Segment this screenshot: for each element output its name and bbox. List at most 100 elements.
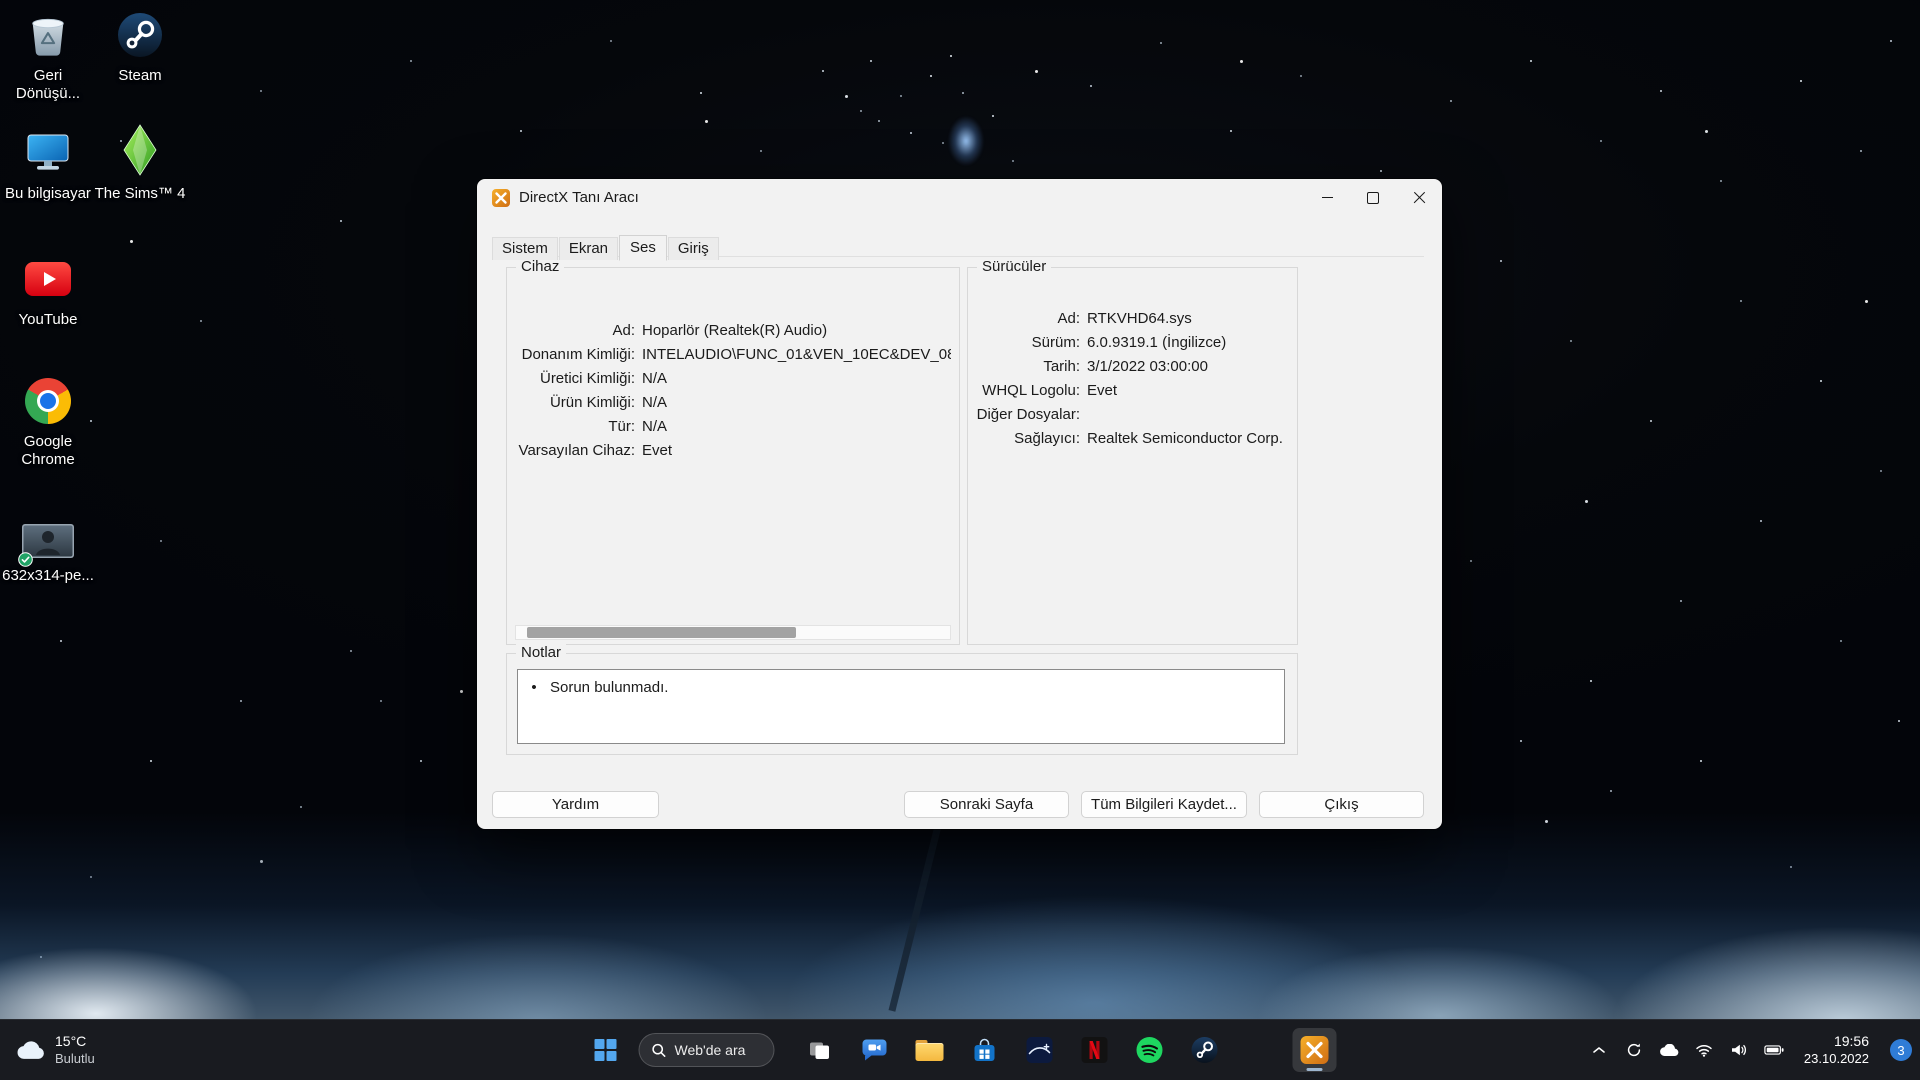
clock-date: 23.10.2022 [1804, 1051, 1869, 1068]
task-view-button[interactable] [798, 1028, 842, 1072]
field-label: Sürüm: [976, 334, 1080, 351]
horizontal-scrollbar[interactable] [515, 625, 951, 640]
wallpaper-pole [889, 811, 945, 1012]
exit-button[interactable]: Çıkış [1259, 791, 1424, 818]
device-groupbox: Cihaz Ad:Hoparlör (Realtek(R) Audio) Don… [506, 267, 960, 645]
field-value: INTELAUDIO\FUNC_01&VEN_10EC&DEV_0897&SUB… [642, 346, 951, 363]
next-page-button[interactable]: Sonraki Sayfa [904, 791, 1069, 818]
field-label: Üretici Kimliği: [515, 370, 635, 387]
wifi-icon[interactable] [1693, 1035, 1715, 1065]
folder-icon [916, 1040, 944, 1061]
weather-text: 15°C Bulutlu [55, 1033, 95, 1067]
dxdiag-taskbar-button[interactable] [1293, 1028, 1337, 1072]
bullet-icon [518, 679, 550, 696]
directx-window-icon [492, 189, 510, 207]
taskbar-clock[interactable]: 19:56 23.10.2022 [1804, 1032, 1869, 1067]
spotify-button[interactable] [1128, 1028, 1172, 1072]
desktop-icon-image-file[interactable]: 632x314-pe... [2, 522, 94, 585]
field-value: Evet [1087, 382, 1117, 399]
device-fields: Ad:Hoparlör (Realtek(R) Audio) Donanım K… [507, 268, 959, 462]
desktop-icon-sims4[interactable]: The Sims™ 4 [94, 118, 186, 203]
teams-chat-button[interactable] [853, 1028, 897, 1072]
field-row: WHQL Logolu: Evet [976, 378, 1289, 402]
desktop-icon-youtube[interactable]: YouTube [2, 250, 94, 329]
desktop-icon-recycle-bin[interactable]: Geri Dönüşü... [2, 6, 94, 104]
field-label: Ürün Kimliği: [515, 394, 635, 411]
field-label: WHQL Logolu: [976, 382, 1080, 399]
field-value: 6.0.9319.1 (İngilizce) [1087, 334, 1226, 351]
field-label: Donanım Kimliği: [515, 346, 635, 363]
taskbar: 15°C Bulutlu Web'de ara [0, 1019, 1920, 1080]
field-row: Varsayılan Cihaz:Evet [515, 438, 951, 462]
chrome-taskbar-button[interactable] [1238, 1028, 1282, 1072]
field-row: Üretici Kimliği: N/A [515, 366, 951, 390]
disney-plus-button[interactable] [1018, 1028, 1062, 1072]
tab-ses[interactable]: Ses [619, 235, 667, 261]
system-tray: 19:56 23.10.2022 3 [1588, 1020, 1912, 1080]
close-button[interactable] [1396, 179, 1442, 216]
desktop-icon-label: Geri Dönüşü... [2, 67, 94, 104]
maximize-icon [1367, 192, 1379, 204]
field-label: Tür: [515, 418, 635, 435]
scrollbar-thumb[interactable] [527, 627, 796, 638]
volume-icon[interactable] [1728, 1035, 1750, 1065]
taskbar-center-icons: Web'de ara [584, 1020, 1337, 1080]
device-group-title: Cihaz [516, 258, 564, 275]
window-titlebar[interactable]: DirectX Tanı Aracı [477, 179, 1442, 216]
note-item: Sorun bulunmadı. [518, 670, 1284, 696]
directx-icon [1301, 1036, 1329, 1064]
desktop-icon-label: YouTube [2, 311, 94, 329]
notes-listbox[interactable]: Sorun bulunmadı. [517, 669, 1285, 744]
battery-icon[interactable] [1763, 1035, 1785, 1065]
field-value: N/A [642, 418, 667, 435]
save-all-info-button[interactable]: Tüm Bilgileri Kaydet... [1081, 791, 1247, 818]
steam-taskbar-button[interactable] [1183, 1028, 1227, 1072]
microsoft-store-button[interactable] [963, 1028, 1007, 1072]
field-value: Evet [642, 442, 672, 459]
background-glow [948, 116, 984, 166]
minimize-button[interactable] [1304, 179, 1350, 216]
tab-strip: Sistem Ekran Ses Giriş [492, 233, 720, 260]
recycle-bin-icon [2, 6, 94, 64]
weather-widget[interactable]: 15°C Bulutlu [4, 1020, 107, 1080]
field-row: Sürüm: 6.0.9319.1 (İngilizce) [976, 330, 1289, 354]
tab-ekran[interactable]: Ekran [559, 237, 618, 260]
hidden-icons-chevron[interactable] [1588, 1035, 1610, 1065]
file-explorer-button[interactable] [908, 1028, 952, 1072]
field-value: N/A [642, 394, 667, 411]
help-button[interactable]: Yardım [492, 791, 659, 818]
store-bag-icon [973, 1038, 997, 1063]
sync-icon[interactable] [1623, 1035, 1645, 1065]
field-row: Tür: N/A [515, 414, 951, 438]
notification-badge[interactable]: 3 [1890, 1039, 1912, 1061]
desktop-icon-this-pc[interactable]: Bu bilgisayar [2, 124, 94, 203]
window-title: DirectX Tanı Aracı [519, 189, 639, 206]
weather-condition: Bulutlu [55, 1051, 95, 1067]
chrome-icon [2, 372, 94, 430]
tab-sistem[interactable]: Sistem [492, 237, 558, 260]
field-row: Diğer Dosyalar: [976, 402, 1289, 426]
weather-temp: 15°C [55, 1033, 95, 1051]
field-row: Ürün Kimliği: N/A [515, 390, 951, 414]
search-icon [652, 1043, 667, 1058]
steam-icon [1191, 1036, 1219, 1064]
field-value: N/A [642, 370, 667, 387]
field-label: Diğer Dosyalar: [976, 406, 1080, 423]
plumbob-icon [94, 118, 186, 182]
field-label: Ad: [976, 310, 1080, 327]
maximize-button[interactable] [1350, 179, 1396, 216]
field-row: Ad:Hoparlör (Realtek(R) Audio) [515, 318, 951, 342]
sync-check-badge-icon [18, 552, 33, 567]
dxdiag-window: DirectX Tanı Aracı Sistem Ekran Ses Giri… [477, 179, 1442, 829]
field-value: RTKVHD64.sys [1087, 310, 1192, 327]
onedrive-icon[interactable] [1658, 1035, 1680, 1065]
field-row: Tarih:3/1/2022 03:00:00 [976, 354, 1289, 378]
desktop-icon-chrome[interactable]: Google Chrome [2, 372, 94, 470]
desktop-icon-label: Steam [94, 67, 186, 85]
netflix-button[interactable] [1073, 1028, 1117, 1072]
tab-giris[interactable]: Giriş [668, 237, 719, 260]
start-button[interactable] [584, 1028, 628, 1072]
search-box[interactable]: Web'de ara [639, 1033, 775, 1067]
desktop-icon-label: Bu bilgisayar [2, 185, 94, 203]
desktop-icon-steam[interactable]: Steam [94, 6, 186, 85]
